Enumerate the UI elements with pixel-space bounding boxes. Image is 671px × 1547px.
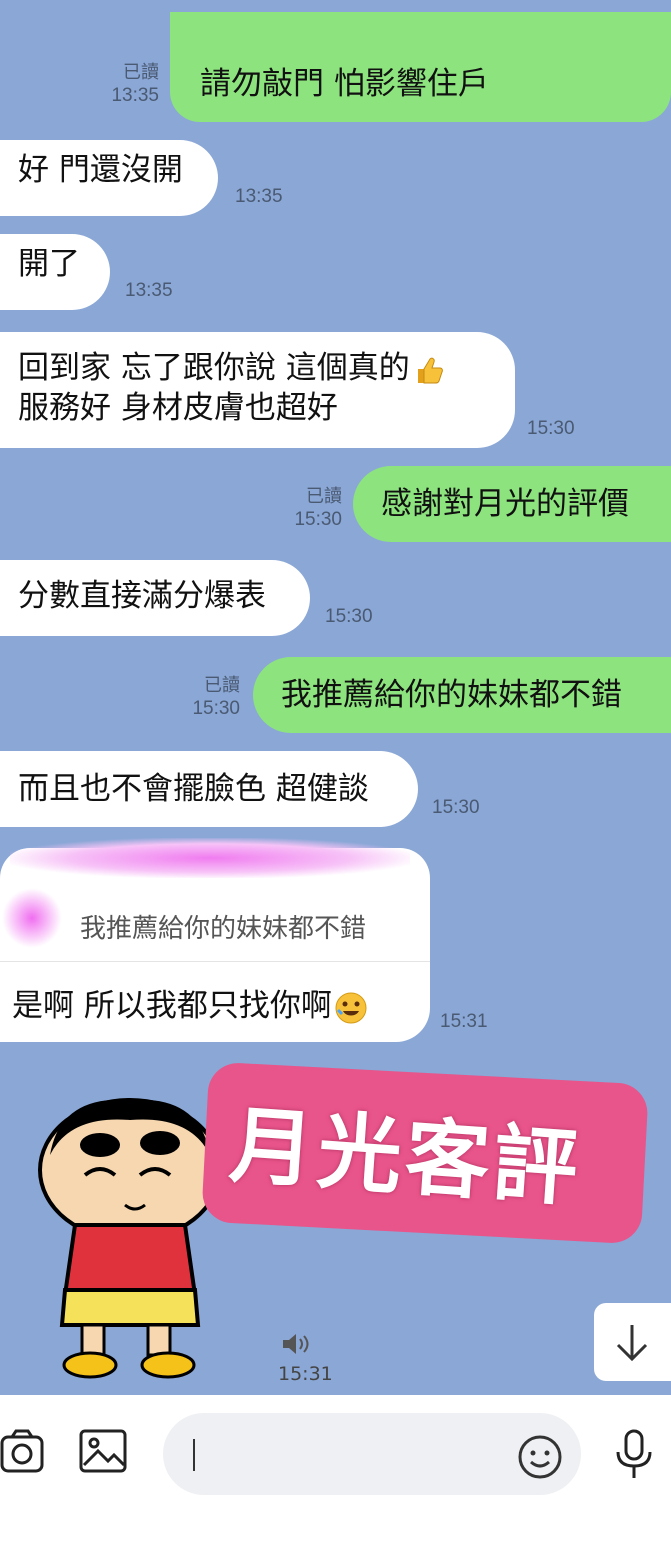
incoming-message[interactable]: 開了 <box>0 234 110 310</box>
message-text: 好 門還沒開 <box>18 152 183 188</box>
message-time: 15:30 <box>294 509 342 530</box>
image-icon[interactable] <box>78 1427 128 1475</box>
incoming-message[interactable]: 分數直接滿分爆表 <box>0 560 310 636</box>
speaker-icon[interactable] <box>280 1330 312 1358</box>
thumbs-up-emoji <box>417 357 443 383</box>
message-text: 感謝對月光的評價 <box>381 486 629 522</box>
rofl-emoji <box>335 992 367 1023</box>
badge-text: 月光客評 <box>226 1095 585 1219</box>
message-text: 我推薦給你的妹妹都不錯 <box>281 677 622 713</box>
message-time: 15:30 <box>192 698 240 719</box>
outgoing-message[interactable]: 感謝對月光的評價 <box>353 466 671 542</box>
chat-area: 請勿敲門 怕影響住戶 已讀 13:35 好 門還沒開 13:35 開了 13:3… <box>0 0 671 1395</box>
redaction-blur <box>2 888 62 948</box>
read-receipt: 已讀 <box>123 62 159 82</box>
message-time: 15:31 <box>440 1011 488 1032</box>
message-time: 15:30 <box>527 418 575 439</box>
message-text: 開了 <box>18 246 80 282</box>
arrow-down-icon <box>616 1325 648 1362</box>
incoming-message[interactable]: 回到家 忘了跟你說 這個真的 服務好 身材皮膚也超好 <box>0 332 515 448</box>
message-time: 13:35 <box>111 85 159 106</box>
incoming-message[interactable]: 而且也不會擺臉色 超健談 <box>0 751 418 827</box>
incoming-message[interactable]: 好 門還沒開 <box>0 140 218 216</box>
outgoing-message[interactable]: 我推薦給你的妹妹都不錯 <box>253 657 671 733</box>
message-time: 15:30 <box>432 797 480 818</box>
message-time: 13:35 <box>125 280 173 301</box>
message-text: 回到家 忘了跟你說 這個真的 <box>18 350 410 386</box>
voice-time: 15:31 <box>278 1363 333 1385</box>
reply-quote[interactable]: 我推薦給你的妹妹都不錯 <box>80 908 366 945</box>
read-receipt: 已讀 <box>204 675 240 695</box>
message-text: 分數直接滿分爆表 <box>18 578 266 614</box>
mic-icon[interactable] <box>612 1428 656 1482</box>
outgoing-message[interactable]: 請勿敲門 怕影響住戶 <box>170 12 671 122</box>
redaction-blur <box>10 838 410 878</box>
message-time: 13:35 <box>235 186 283 207</box>
message-meta: 已讀 15:30 <box>176 673 240 721</box>
message-text: 是啊 所以我都只找你啊 <box>12 980 368 1025</box>
read-receipt: 已讀 <box>306 486 342 506</box>
message-time: 15:30 <box>325 606 373 627</box>
emoji-icon[interactable] <box>517 1434 563 1480</box>
message-meta: 已讀 13:35 <box>95 60 159 108</box>
message-text: 而且也不會擺臉色 超健談 <box>18 771 369 807</box>
message-text: 請勿敲門 怕影響住戶 <box>200 66 489 102</box>
reply-message[interactable]: 我推薦給你的妹妹都不錯 是啊 所以我都只找你啊 <box>0 838 430 1042</box>
text-cursor <box>193 1439 195 1471</box>
scroll-down-button[interactable] <box>594 1303 671 1381</box>
message-text: 服務好 身材皮膚也超好 <box>18 390 338 426</box>
camera-icon[interactable] <box>0 1425 46 1477</box>
divider <box>0 961 430 962</box>
message-meta: 已讀 15:30 <box>278 484 342 532</box>
